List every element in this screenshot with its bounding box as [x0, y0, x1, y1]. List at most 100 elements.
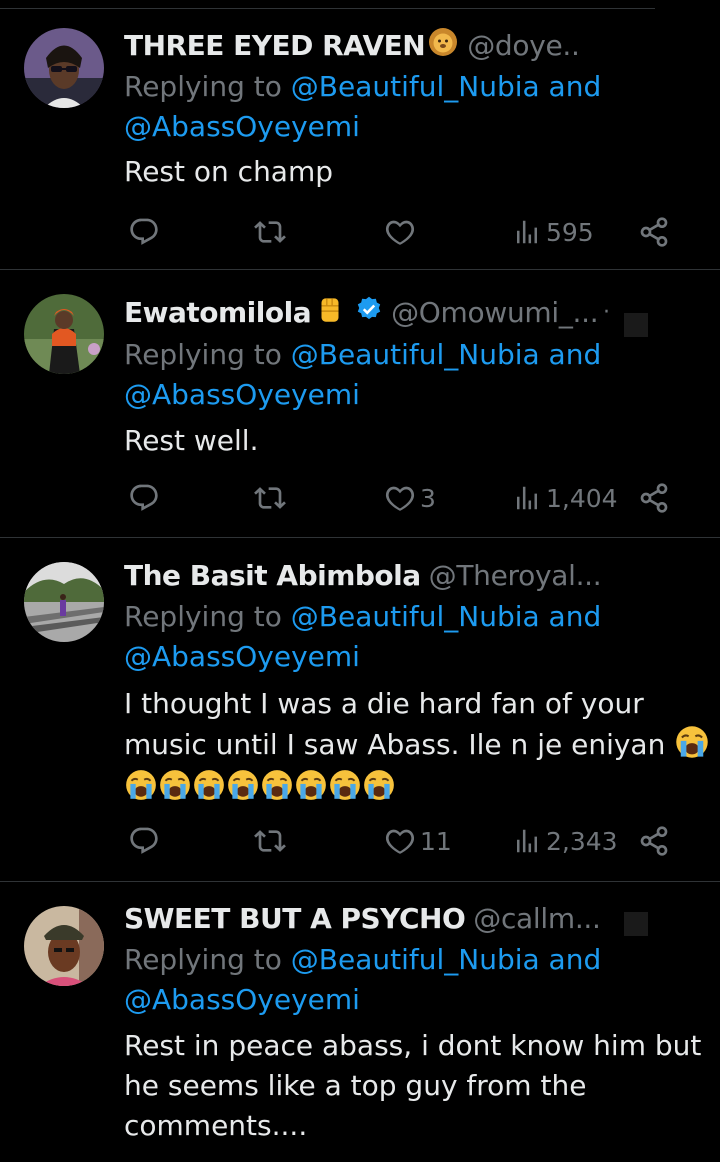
- views-button[interactable]: 1,404: [512, 478, 618, 518]
- reply-icon: [128, 216, 160, 248]
- mention-and: and: [539, 943, 602, 976]
- view-count: 595: [546, 217, 594, 247]
- heart-icon: [384, 216, 416, 248]
- display-name[interactable]: THREE EYED RAVEN: [124, 29, 426, 62]
- mention-link[interactable]: @AbassOyeyemi: [124, 640, 360, 673]
- action-bar: 3 1,404: [124, 478, 684, 518]
- mention-link[interactable]: @AbassOyeyemi: [124, 983, 360, 1016]
- crying-face-emoji: [192, 768, 226, 802]
- more-options-button[interactable]: [624, 912, 648, 936]
- tweet-text-line: music until I saw Abass. Ile n je eniyan: [124, 724, 704, 765]
- tweet-text-line: Rest on champ: [124, 155, 334, 188]
- mention-and: and: [539, 600, 602, 633]
- user-handle[interactable]: @Theroyal...: [429, 559, 602, 592]
- reply-icon: [128, 825, 160, 857]
- tweet-text-line-2: music until I saw Abass. Ile n je eniyan: [124, 728, 666, 761]
- views-button[interactable]: 2,343: [512, 821, 618, 861]
- reply-button[interactable]: [128, 478, 160, 518]
- mention-link[interactable]: @AbassOyeyemi: [124, 378, 360, 411]
- separator-dot: ·: [603, 300, 610, 325]
- retweet-button[interactable]: [254, 478, 286, 518]
- tweet-text: Rest on champ: [124, 152, 704, 192]
- reply-tweet[interactable]: The Basit Abimbola @Theroyal... Replying…: [0, 538, 720, 882]
- action-bar: 595: [124, 212, 684, 252]
- replying-to-label: Replying to: [124, 943, 291, 976]
- replying-to: Replying to @Beautiful_Nubia and: [124, 597, 601, 637]
- tweet-header: SWEET BUT A PSYCHO @callm...: [124, 898, 601, 938]
- tweet-text-line-2: he seems like a top guy from the: [124, 1069, 587, 1102]
- more-options-button[interactable]: [624, 313, 648, 337]
- share-button[interactable]: [638, 478, 670, 518]
- replying-to-second: @AbassOyeyemi: [124, 375, 360, 415]
- mention-link[interactable]: @Beautiful_Nubia: [291, 600, 540, 633]
- reply-tweet[interactable]: THREE EYED RAVEN @doye.. Replying to @Be…: [0, 8, 720, 270]
- avatar[interactable]: [24, 562, 104, 642]
- user-handle[interactable]: @doye..: [467, 29, 580, 62]
- avatar[interactable]: [24, 294, 104, 374]
- crying-face-emoji: [328, 768, 362, 802]
- tweet-header: Ewatomilola @Omowumi_...: [124, 292, 599, 333]
- crying-face-emoji: [226, 768, 260, 802]
- like-count: 3: [420, 483, 436, 513]
- avatar[interactable]: [24, 28, 104, 108]
- views-button[interactable]: 595: [512, 212, 594, 252]
- action-bar: 11 2,343: [124, 821, 684, 861]
- like-button[interactable]: [384, 212, 420, 252]
- reply-tweet[interactable]: Ewatomilola @Omowumi_... · Replying to @…: [0, 270, 720, 538]
- share-button[interactable]: [638, 821, 670, 861]
- crying-face-emoji: [158, 768, 192, 802]
- crying-face-emoji: [124, 768, 158, 802]
- tweet-text-line-3: comments....: [124, 1109, 308, 1142]
- like-button[interactable]: 11: [384, 821, 452, 861]
- share-button[interactable]: [638, 212, 670, 252]
- replying-to: Replying to @Beautiful_Nubia and: [124, 67, 601, 107]
- crying-face-emoji: [294, 768, 328, 802]
- view-count: 2,343: [546, 826, 618, 856]
- replying-to-second: @AbassOyeyemi: [124, 107, 360, 147]
- display-name[interactable]: The Basit Abimbola: [124, 559, 421, 592]
- replying-to: Replying to @Beautiful_Nubia and: [124, 335, 601, 375]
- share-icon: [638, 216, 670, 248]
- retweet-icon: [254, 825, 286, 857]
- reply-icon: [128, 482, 160, 514]
- tweet-text-line: Rest well.: [124, 424, 259, 457]
- retweet-button[interactable]: [254, 821, 286, 861]
- share-icon: [638, 825, 670, 857]
- mention-and: and: [539, 338, 602, 371]
- reply-button[interactable]: [128, 212, 160, 252]
- heart-icon: [384, 482, 416, 514]
- tweet-text: Rest in peace abass, i dont know him but…: [124, 1026, 704, 1146]
- user-handle[interactable]: @Omowumi_...: [391, 296, 599, 329]
- display-name[interactable]: Ewatomilola: [124, 296, 312, 329]
- tweet-text-line-1: Rest in peace abass, i dont know him but: [124, 1029, 702, 1062]
- reply-button[interactable]: [128, 821, 160, 861]
- retweet-button[interactable]: [254, 212, 286, 252]
- verified-badge-icon: [355, 295, 383, 330]
- retweet-icon: [254, 482, 286, 514]
- heart-icon: [384, 825, 416, 857]
- views-icon: [512, 826, 542, 856]
- emoji-row: [124, 765, 704, 805]
- like-button[interactable]: 3: [384, 478, 436, 518]
- avatar[interactable]: [24, 906, 104, 986]
- view-count: 1,404: [546, 483, 618, 513]
- mention-link[interactable]: @AbassOyeyemi: [124, 110, 360, 143]
- like-count: 11: [420, 826, 452, 856]
- display-name[interactable]: SWEET BUT A PSYCHO: [124, 902, 466, 935]
- mention-link[interactable]: @Beautiful_Nubia: [291, 338, 540, 371]
- replying-to-second: @AbassOyeyemi: [124, 637, 360, 677]
- replying-to-label: Replying to: [124, 600, 291, 633]
- mention-link[interactable]: @Beautiful_Nubia: [291, 943, 540, 976]
- share-icon: [638, 482, 670, 514]
- crying-face-emoji: [362, 768, 396, 802]
- crying-face-emoji: [260, 768, 294, 802]
- tweet-text: Rest well.: [124, 421, 704, 461]
- views-icon: [512, 483, 542, 513]
- mention-and: and: [539, 70, 602, 103]
- replying-to-second: @AbassOyeyemi: [124, 980, 360, 1020]
- replying-to-label: Replying to: [124, 338, 291, 371]
- mention-link[interactable]: @Beautiful_Nubia: [291, 70, 540, 103]
- reply-tweet[interactable]: SWEET BUT A PSYCHO @callm... Replying to…: [0, 882, 720, 1162]
- raised-fist-emoji: [313, 292, 347, 333]
- user-handle[interactable]: @callm...: [473, 902, 601, 935]
